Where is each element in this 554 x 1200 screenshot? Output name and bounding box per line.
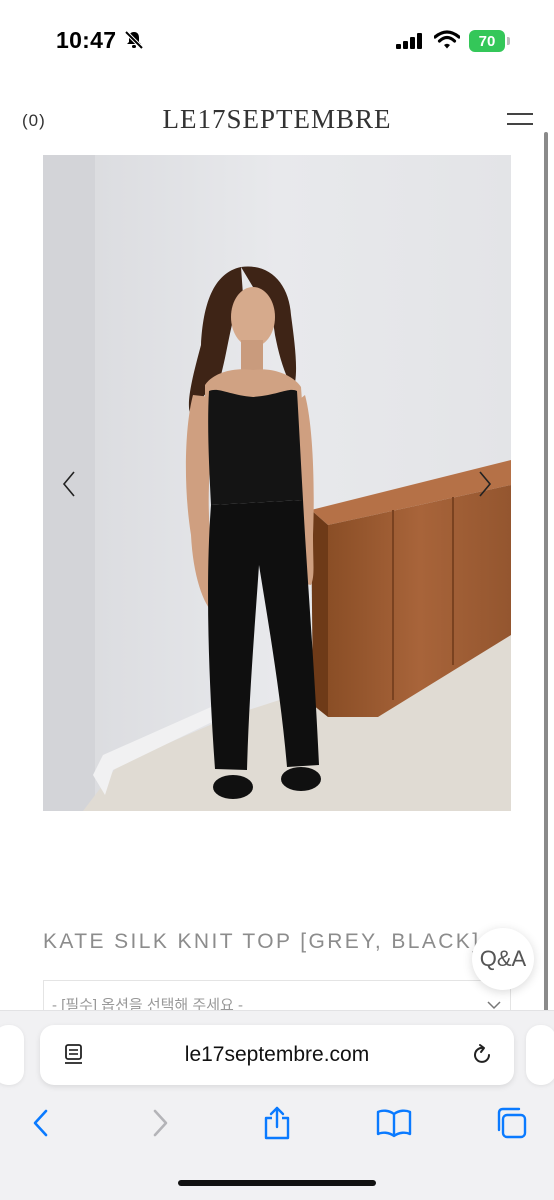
url-text[interactable]: le17septembre.com (40, 1043, 514, 1067)
previous-tab-peek[interactable] (0, 1025, 24, 1085)
brand-logo[interactable]: LE17SEPTEMBRE (0, 104, 554, 135)
browser-chrome: le17septembre.com (0, 1010, 554, 1200)
hamburger-menu-icon[interactable] (507, 111, 533, 127)
cellular-signal-icon (396, 33, 424, 54)
qa-button[interactable]: Q&A (472, 928, 534, 990)
tabs-icon[interactable] (491, 1105, 531, 1141)
share-icon[interactable] (257, 1105, 297, 1141)
battery-cap (507, 37, 510, 45)
product-name: KATE SILK KNIT TOP [GREY, BLACK] (43, 930, 481, 953)
reload-icon[interactable] (470, 1043, 494, 1072)
bookmarks-icon[interactable] (374, 1105, 414, 1141)
chevron-left-icon[interactable] (58, 468, 82, 500)
product-image[interactable] (43, 155, 511, 811)
address-bar[interactable]: le17septembre.com (40, 1025, 514, 1085)
status-bar: 10:47 70 (0, 0, 554, 84)
chevron-right-icon[interactable] (472, 468, 496, 500)
wifi-icon (433, 30, 461, 55)
page-scrollbar[interactable] (544, 132, 548, 1012)
bell-slash-icon (124, 30, 144, 55)
status-time: 10:47 (56, 27, 117, 53)
browser-toolbar (0, 1101, 554, 1145)
battery-indicator: 70 (469, 30, 505, 52)
back-arrow-icon[interactable] (21, 1105, 61, 1141)
forward-arrow-icon[interactable] (140, 1105, 180, 1141)
home-indicator[interactable] (178, 1180, 376, 1186)
site-header: (0) LE17SEPTEMBRE (0, 100, 554, 140)
next-tab-peek[interactable] (526, 1025, 554, 1085)
